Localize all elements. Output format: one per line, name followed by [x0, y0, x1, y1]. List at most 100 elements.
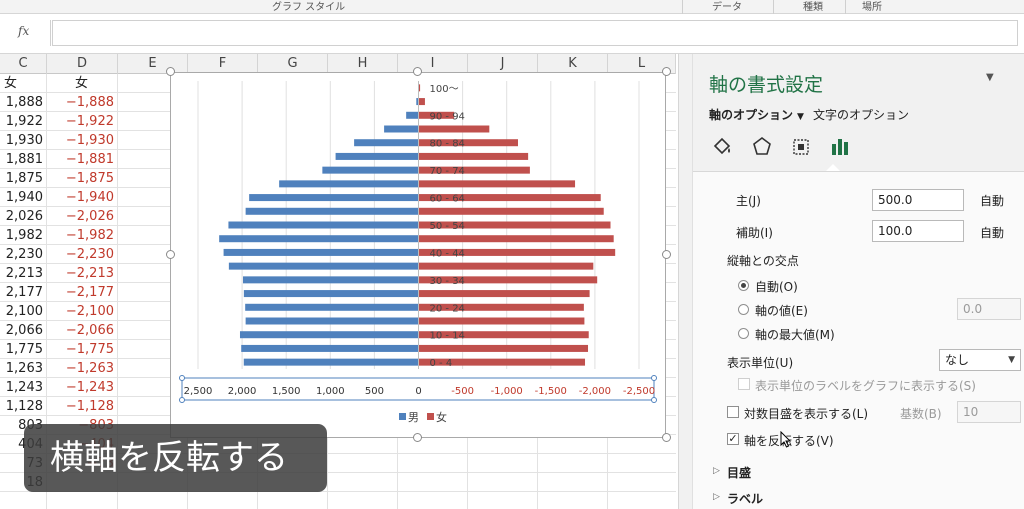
cell-d[interactable]: −2,177	[47, 283, 117, 302]
crosses-value-label[interactable]: 軸の値(E)	[755, 302, 808, 319]
cell-c[interactable]: 1,940	[0, 188, 46, 207]
ribbon-group-chart-styles[interactable]: グラフ スタイル	[272, 0, 345, 13]
log-base-input[interactable]: 10	[957, 401, 1021, 423]
bar-female	[418, 180, 576, 188]
size-properties-icon[interactable]	[788, 134, 814, 160]
cell-c[interactable]: 1,982	[0, 226, 46, 245]
section-labels[interactable]: ラベル	[727, 490, 763, 507]
chart-resize-handle[interactable]	[166, 67, 175, 76]
chart-resize-handle[interactable]	[413, 433, 422, 442]
show-units-label-checkbox[interactable]	[738, 378, 750, 390]
crosses-value-input[interactable]: 0.0	[957, 298, 1021, 320]
major-unit-auto[interactable]: 自動	[980, 192, 1004, 209]
reverse-axis-checkbox[interactable]: ✓	[727, 433, 739, 445]
bar-male	[228, 262, 419, 270]
cell-d[interactable]: −1,930	[47, 131, 117, 150]
cell-c[interactable]: 2,066	[0, 321, 46, 340]
column-header-h[interactable]: H	[328, 54, 398, 74]
cell-d[interactable]: −1,888	[47, 93, 117, 112]
pane-body: 主(J) 500.0 自動 補助(I) 100.0 自動 縦軸との交点 自動(O…	[693, 171, 1024, 509]
bar-male	[245, 207, 419, 215]
minor-unit-input[interactable]: 100.0	[872, 220, 964, 242]
insert-function-button[interactable]: fx	[18, 24, 29, 38]
tab-text-options[interactable]: 文字のオプション	[813, 106, 909, 123]
cell-d[interactable]: −2,026	[47, 207, 117, 226]
cell-d[interactable]: −2,066	[47, 321, 117, 340]
cell-c[interactable]: 1,875	[0, 169, 46, 188]
bar-female	[418, 235, 614, 243]
cell-c[interactable]: 2,177	[0, 283, 46, 302]
column-header-f[interactable]: F	[188, 54, 258, 74]
cell-d[interactable]: −1,263	[47, 359, 117, 378]
cell-c[interactable]: 1,775	[0, 340, 46, 359]
cell-c[interactable]: 1,930	[0, 131, 46, 150]
cell-c[interactable]: 2,213	[0, 264, 46, 283]
bar-male	[322, 166, 419, 174]
chart-resize-handle[interactable]	[662, 433, 671, 442]
fill-line-icon[interactable]	[709, 134, 735, 160]
tab-axis-options[interactable]: 軸のオプション ▼	[709, 106, 804, 123]
cell-c[interactable]: 2,026	[0, 207, 46, 226]
cell-c[interactable]: 1,263	[0, 359, 46, 378]
crosses-max-label[interactable]: 軸の最大値(M)	[755, 326, 835, 343]
cell-c[interactable]: 1,888	[0, 93, 46, 112]
chart-resize-handle[interactable]	[413, 67, 422, 76]
cell-d[interactable]: −1,922	[47, 112, 117, 131]
cell-d-header[interactable]: 女	[47, 74, 117, 93]
pyramid-chart[interactable]: 0 - 4 10 - 14 20 - 24 30 - 34 40 - 44 50 - 54…	[170, 72, 666, 438]
ribbon-strip: グラフ スタイル データ 種類 場所	[0, 0, 1024, 14]
formula-input[interactable]	[52, 20, 1018, 46]
cell-d[interactable]: −1,128	[47, 397, 117, 416]
ribbon-group-type[interactable]: 種類	[803, 0, 823, 13]
log-scale-label[interactable]: 対数目盛を表示する(L)	[744, 405, 868, 422]
major-unit-input[interactable]: 500.0	[872, 189, 964, 211]
cell-d[interactable]: −2,100	[47, 302, 117, 321]
minor-unit-label: 補助(I)	[736, 226, 773, 240]
bar-male	[219, 235, 419, 243]
cell-c-header[interactable]: 女	[0, 74, 46, 93]
x-tick-label: 500	[365, 386, 384, 397]
cell-c[interactable]: 1,881	[0, 150, 46, 169]
column-header-d[interactable]: D	[47, 54, 118, 74]
column-header-i[interactable]: I	[398, 54, 468, 74]
major-unit-label: 主(J)	[736, 194, 761, 208]
cell-d[interactable]: −2,213	[47, 264, 117, 283]
crosses-auto-radio[interactable]	[738, 280, 749, 291]
ribbon-group-data[interactable]: データ	[712, 0, 742, 13]
axis-options-icon[interactable]	[827, 134, 853, 160]
log-scale-checkbox[interactable]	[727, 406, 739, 418]
cell-d[interactable]: −1,940	[47, 188, 117, 207]
cell-c[interactable]: 1,243	[0, 378, 46, 397]
display-units-select[interactable]: なし ▼	[939, 349, 1021, 371]
bar-male	[245, 317, 419, 325]
cell-c[interactable]: 1,922	[0, 112, 46, 131]
cell-d[interactable]: −2,230	[47, 245, 117, 264]
crosses-value-radio[interactable]	[738, 304, 749, 315]
crosses-max-radio[interactable]	[738, 328, 749, 339]
category-label: 90 - 94	[430, 111, 465, 122]
ribbon-group-location[interactable]: 場所	[862, 0, 882, 13]
chart-resize-handle[interactable]	[662, 250, 671, 259]
cell-d[interactable]: −1,982	[47, 226, 117, 245]
column-header-e[interactable]: E	[118, 54, 188, 74]
effects-icon[interactable]	[749, 134, 775, 160]
minor-unit-auto[interactable]: 自動	[980, 224, 1004, 241]
column-header-k[interactable]: K	[538, 54, 608, 74]
bar-male	[384, 125, 419, 133]
cell-d[interactable]: −1,775	[47, 340, 117, 359]
section-tick-marks[interactable]: 目盛	[727, 464, 751, 481]
cell-c[interactable]: 2,100	[0, 302, 46, 321]
pane-menu-dropdown-icon[interactable]: ▼	[986, 72, 994, 83]
chart-resize-handle[interactable]	[662, 67, 671, 76]
cell-c[interactable]: 2,230	[0, 245, 46, 264]
column-header-g[interactable]: G	[258, 54, 328, 74]
crosses-auto-label[interactable]: 自動(O)	[755, 278, 798, 295]
cell-c[interactable]: 1,128	[0, 397, 46, 416]
column-header-c[interactable]: C	[0, 54, 47, 74]
cell-d[interactable]: −1,875	[47, 169, 117, 188]
column-header-j[interactable]: J	[468, 54, 538, 74]
pane-scrollbar[interactable]	[679, 54, 693, 509]
cell-d[interactable]: −1,243	[47, 378, 117, 397]
chart-resize-handle[interactable]	[166, 250, 175, 259]
cell-d[interactable]: −1,881	[47, 150, 117, 169]
